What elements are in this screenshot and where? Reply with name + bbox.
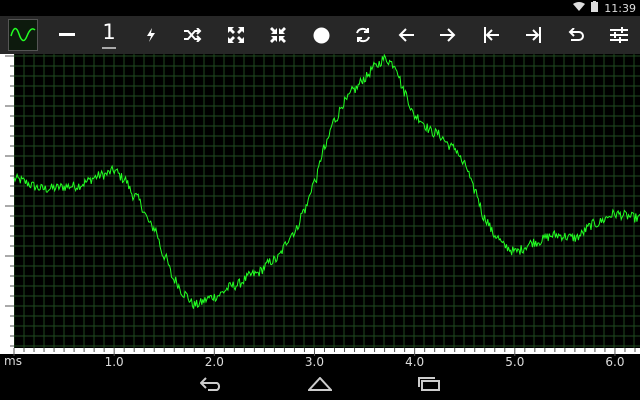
minus-button[interactable] [48, 16, 86, 54]
settings-sliders-icon [610, 27, 628, 43]
recents-button[interactable] [405, 370, 453, 400]
collapse-button[interactable] [259, 16, 297, 54]
shuffle-icon [184, 28, 202, 42]
battery-icon [591, 1, 599, 15]
back-button[interactable] [188, 370, 236, 400]
skip-to-end-icon [526, 27, 542, 43]
skip-to-start-button[interactable] [472, 16, 510, 54]
trigger-bolt-icon [146, 28, 156, 42]
undo-icon [568, 28, 584, 42]
home-icon [306, 376, 334, 395]
toolbar: 1 [0, 16, 640, 54]
x-tick-label: 3.0 [305, 355, 324, 369]
back-icon [199, 376, 224, 395]
arrow-left-icon [398, 28, 414, 42]
x-tick-label: 4.0 [405, 355, 424, 369]
x-axis: ms 1.0 2.0 3.0 4.0 5.0 6.0 [0, 348, 640, 370]
x-tick-label: 5.0 [505, 355, 524, 369]
channel-button[interactable]: 1 [90, 16, 128, 54]
arrow-right-icon [440, 28, 456, 42]
app-logo-icon[interactable] [8, 19, 38, 51]
settings-button[interactable] [600, 16, 638, 54]
arrow-right-button[interactable] [429, 16, 467, 54]
recents-icon [418, 376, 440, 395]
expand-button[interactable] [217, 16, 255, 54]
y-axis-ruler [0, 54, 14, 348]
x-tick-label: 6.0 [605, 355, 624, 369]
status-icons: 11:39 [573, 1, 636, 15]
skip-to-end-button[interactable] [515, 16, 553, 54]
refresh-icon [355, 27, 371, 43]
collapse-icon [270, 27, 286, 43]
channel-number: 1 [102, 21, 116, 49]
x-tick-label: 2.0 [205, 355, 224, 369]
undo-button[interactable] [557, 16, 595, 54]
refresh-button[interactable] [344, 16, 382, 54]
shuffle-button[interactable] [174, 16, 212, 54]
minus-icon [59, 33, 75, 37]
record-button[interactable] [302, 16, 340, 54]
navigation-bar [0, 370, 640, 400]
skip-to-start-icon [483, 27, 499, 43]
x-axis-unit-label: ms [4, 354, 22, 368]
record-icon [313, 27, 330, 44]
oscilloscope-plot[interactable] [0, 53, 640, 348]
home-button[interactable] [296, 370, 344, 400]
x-ruler-background [0, 348, 640, 354]
x-tick-label: 1.0 [105, 355, 124, 369]
wifi-icon [573, 1, 586, 15]
expand-icon [228, 27, 244, 43]
arrow-left-button[interactable] [387, 16, 425, 54]
trigger-button[interactable] [132, 16, 170, 54]
status-bar: 11:39 [0, 0, 640, 16]
y-ruler-background [0, 54, 14, 348]
clock: 11:39 [604, 1, 636, 15]
